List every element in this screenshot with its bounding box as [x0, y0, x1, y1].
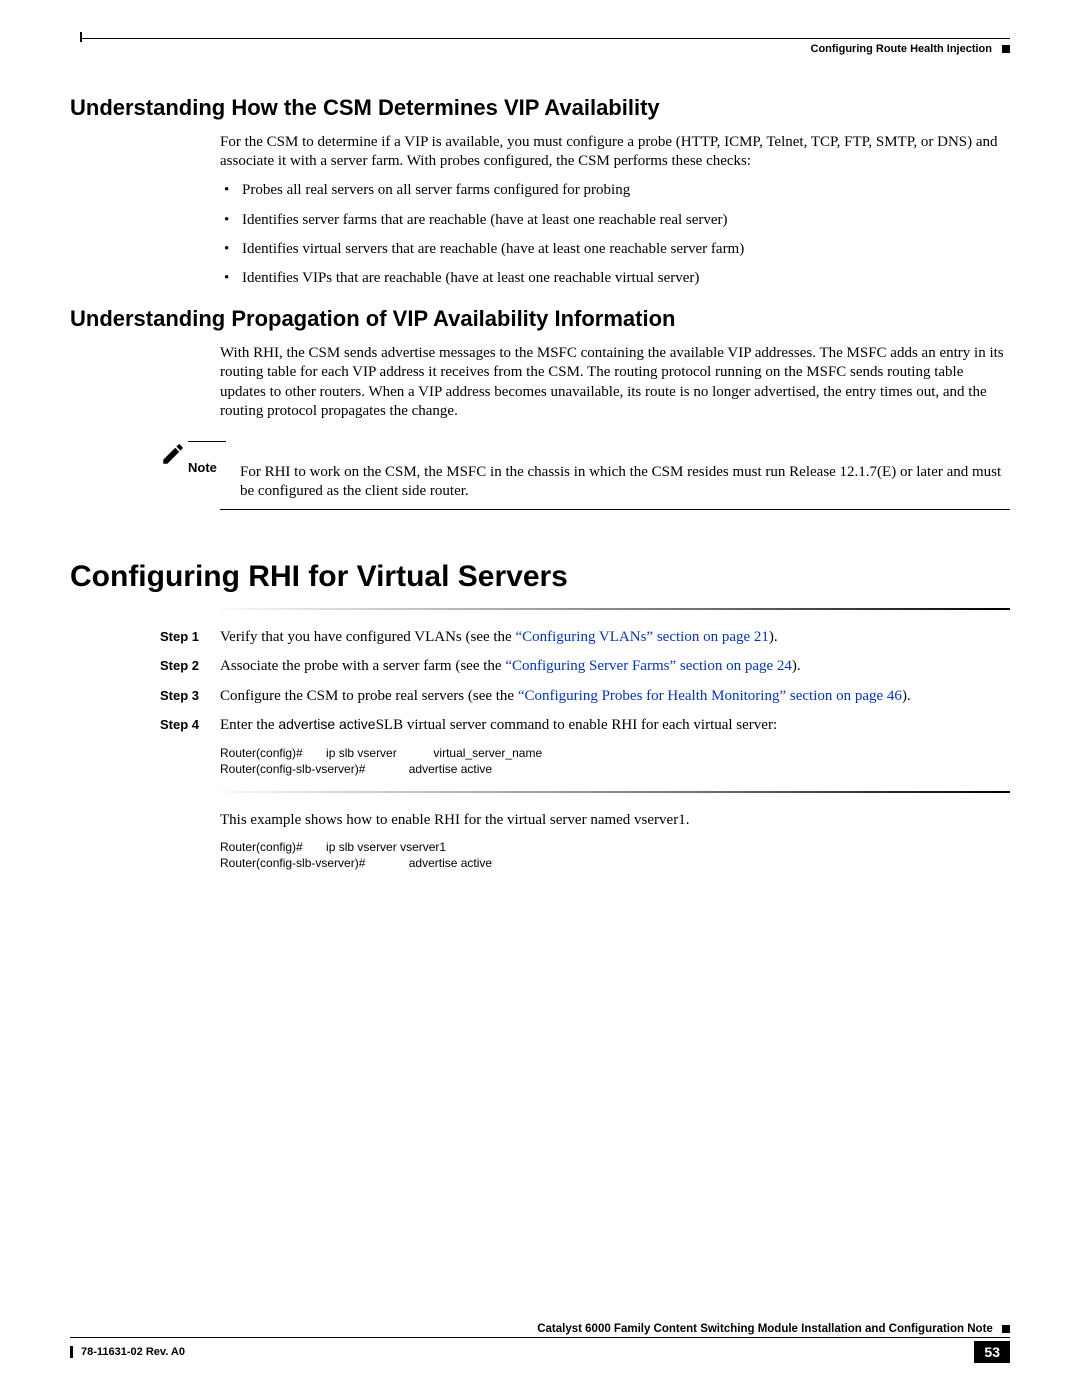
pencil-icon: [160, 441, 188, 472]
page-number: 53: [974, 1341, 1010, 1363]
command-text: advertise active: [278, 716, 375, 732]
step-row: Step 2 Associate the probe with a server…: [160, 657, 1010, 676]
step-text: Verify that you have configured VLANs (s…: [220, 628, 1010, 647]
running-header: Configuring Route Health Injection: [70, 43, 1010, 55]
step-label: Step 4: [160, 716, 220, 735]
example-paragraph: This example shows how to enable RHI for…: [220, 811, 1010, 830]
footer-marker: [1002, 1325, 1010, 1333]
list-item: Probes all real servers on all server fa…: [242, 181, 1010, 200]
header-marker: [1002, 43, 1010, 55]
list-item: Identifies VIPs that are reachable (have…: [242, 269, 1010, 288]
section-heading-propagation: Understanding Propagation of VIP Availab…: [70, 306, 1010, 332]
section-heading-vip-availability: Understanding How the CSM Determines VIP…: [70, 95, 1010, 121]
step-row: Step 3 Configure the CSM to probe real s…: [160, 687, 1010, 706]
code-block: Router(config)# ip slb vserver virtual_s…: [220, 745, 1010, 777]
doc-rev: 78-11631-02 Rev. A0: [70, 1346, 185, 1358]
note-block: Note For RHI to work on the CSM, the MSF…: [160, 441, 1010, 501]
intro-paragraph: For the CSM to determine if a VIP is ava…: [220, 133, 1010, 171]
section-heading-configuring-rhi: Configuring RHI for Virtual Servers: [70, 560, 1010, 594]
xref-link[interactable]: “Configuring Probes for Health Monitorin…: [518, 688, 902, 704]
header-rule: [80, 38, 1010, 39]
note-text: For RHI to work on the CSM, the MSFC in …: [240, 441, 1010, 501]
header-tick: [80, 32, 82, 42]
chapter-title: Configuring Route Health Injection: [811, 43, 993, 55]
list-item: Identifies virtual servers that are reac…: [242, 240, 1010, 259]
page-footer: Catalyst 6000 Family Content Switching M…: [70, 1323, 1010, 1363]
code-block: Router(config)# ip slb vserver vserver1 …: [220, 839, 1010, 871]
gradient-rule: [220, 608, 1010, 610]
checks-list: Probes all real servers on all server fa…: [220, 181, 1010, 288]
gradient-rule: [220, 791, 1010, 793]
list-item: Identifies server farms that are reachab…: [242, 211, 1010, 230]
note-underline: [220, 509, 1010, 510]
step-text: Associate the probe with a server farm (…: [220, 657, 1010, 676]
xref-link[interactable]: “Configuring Server Farms” section on pa…: [505, 658, 792, 674]
step-row: Step 4 Enter the advertise activeSLB vir…: [160, 716, 1010, 735]
step-label: Step 2: [160, 657, 220, 676]
step-text: Enter the advertise activeSLB virtual se…: [220, 716, 1010, 735]
step-label: Step 3: [160, 687, 220, 706]
xref-link[interactable]: “Configuring VLANs” section on page 21: [515, 629, 768, 645]
step-label: Step 1: [160, 628, 220, 647]
step-row: Step 1 Verify that you have configured V…: [160, 628, 1010, 647]
note-label: Note: [188, 441, 226, 475]
propagation-paragraph: With RHI, the CSM sends advertise messag…: [220, 344, 1010, 421]
doc-title: Catalyst 6000 Family Content Switching M…: [537, 1323, 993, 1335]
step-text: Configure the CSM to probe real servers …: [220, 687, 1010, 706]
